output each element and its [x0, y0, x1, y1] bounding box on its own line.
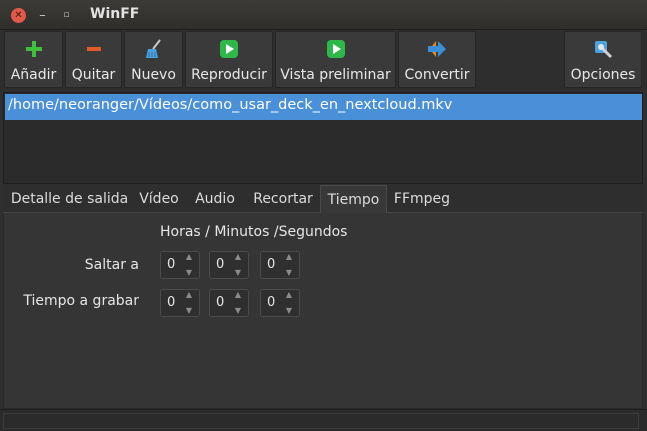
chevron-down-icon[interactable]: ▼	[235, 269, 241, 277]
play-icon	[218, 38, 240, 60]
options-button-label: Opciones	[570, 67, 636, 83]
preview-icon	[325, 38, 347, 60]
new-button-label: Nuevo	[131, 67, 176, 83]
seek-seconds-stepper[interactable]: 0 ▲ ▼	[260, 251, 300, 279]
title-bar: ✕ – ▫ WinFF	[0, 0, 647, 30]
play-button-label: Reproducir	[191, 67, 267, 83]
seek-hours-stepper[interactable]: 0 ▲ ▼	[160, 251, 200, 279]
seek-label: Saltar a	[84, 257, 139, 273]
chevron-down-icon[interactable]: ▼	[186, 307, 192, 315]
seek-seconds-value: 0	[267, 257, 276, 272]
record-duration-label: Tiempo a grabar	[23, 293, 139, 309]
status-bar	[0, 409, 647, 431]
preview-button[interactable]: Vista preliminar	[275, 31, 396, 88]
broom-icon	[143, 38, 165, 60]
close-icon: ✕	[14, 9, 23, 21]
close-window-button[interactable]: ✕	[11, 8, 26, 23]
tab-output-details[interactable]: Detalle de salida	[7, 185, 132, 213]
minimize-icon: –	[39, 8, 46, 23]
tab-ffmpeg[interactable]: FFmpeg	[391, 185, 453, 213]
chevron-down-icon[interactable]: ▼	[235, 307, 241, 315]
chevron-up-icon[interactable]: ▲	[186, 253, 192, 261]
tab-video[interactable]: Vídeo	[134, 185, 184, 213]
tab-time[interactable]: Tiempo	[320, 185, 387, 214]
list-item[interactable]: /home/neoranger/Vídeos/como_usar_deck_en…	[5, 94, 642, 120]
chevron-up-icon[interactable]: ▲	[286, 253, 292, 261]
record-seconds-stepper[interactable]: 0 ▲ ▼	[260, 289, 300, 317]
record-minutes-stepper[interactable]: 0 ▲ ▼	[209, 289, 249, 317]
seek-minutes-value: 0	[216, 257, 225, 272]
window-title: WinFF	[90, 6, 140, 22]
record-hours-value: 0	[167, 295, 176, 310]
new-button[interactable]: Nuevo	[124, 31, 183, 88]
chevron-up-icon[interactable]: ▲	[235, 291, 241, 299]
file-list[interactable]: /home/neoranger/Vídeos/como_usar_deck_en…	[3, 92, 643, 184]
maximize-window-button[interactable]: ▫	[59, 8, 74, 23]
chevron-up-icon[interactable]: ▲	[286, 291, 292, 299]
minus-icon	[83, 38, 105, 60]
seek-hours-value: 0	[167, 257, 176, 272]
plus-icon	[23, 38, 45, 60]
maximize-icon: ▫	[63, 10, 70, 20]
chevron-up-icon[interactable]: ▲	[186, 291, 192, 299]
remove-button-label: Quitar	[71, 67, 116, 83]
record-seconds-value: 0	[267, 295, 276, 310]
record-minutes-value: 0	[216, 295, 225, 310]
tab-bar: Detalle de salida Vídeo Audio Recortar T…	[3, 185, 643, 214]
preview-button-label: Vista preliminar	[280, 67, 391, 83]
status-panel	[3, 413, 639, 429]
chevron-down-icon[interactable]: ▼	[286, 269, 292, 277]
convert-button[interactable]: Convertir	[398, 31, 476, 88]
chevron-down-icon[interactable]: ▼	[286, 307, 292, 315]
options-button[interactable]: Opciones	[564, 31, 642, 88]
seek-minutes-stepper[interactable]: 0 ▲ ▼	[209, 251, 249, 279]
chevron-up-icon[interactable]: ▲	[235, 253, 241, 261]
time-units-header: Horas / Minutos /Segundos	[160, 224, 348, 240]
convert-button-label: Convertir	[404, 67, 470, 83]
add-button[interactable]: Añadir	[4, 31, 63, 88]
tab-audio[interactable]: Audio	[189, 185, 241, 213]
convert-icon	[426, 38, 448, 60]
chevron-down-icon[interactable]: ▼	[186, 269, 192, 277]
tab-crop[interactable]: Recortar	[247, 185, 319, 213]
remove-button[interactable]: Quitar	[65, 31, 122, 88]
toolbar: Añadir Quitar Nuevo Reproducir Vista pre…	[0, 30, 647, 90]
time-panel: Horas / Minutos /Segundos Saltar a 0 ▲ ▼ …	[3, 213, 643, 409]
minimize-window-button[interactable]: –	[35, 8, 50, 23]
add-button-label: Añadir	[10, 67, 57, 83]
play-button[interactable]: Reproducir	[185, 31, 273, 88]
settings-icon	[592, 38, 614, 60]
record-hours-stepper[interactable]: 0 ▲ ▼	[160, 289, 200, 317]
